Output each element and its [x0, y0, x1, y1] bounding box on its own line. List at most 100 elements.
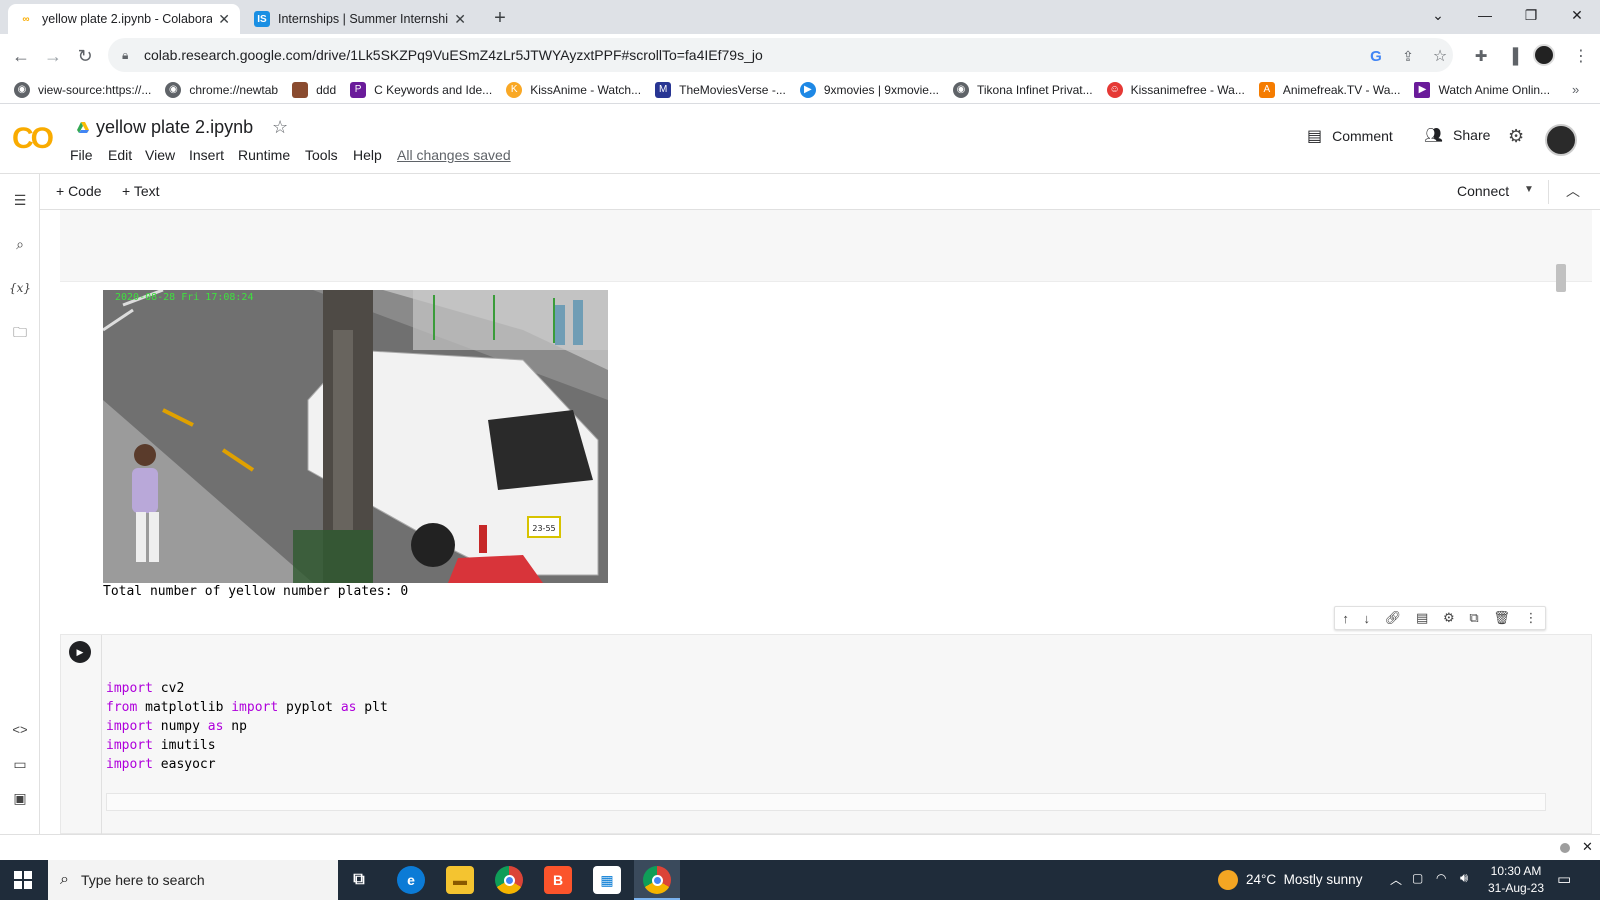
profile-avatar[interactable]	[1533, 44, 1555, 66]
browser-tab-strip: ∞ yellow plate 2.ipynb - Colaboratory ✕ …	[0, 0, 1600, 34]
clock[interactable]: 10:30 AM 31-Aug-23	[1486, 863, 1546, 897]
delete-icon[interactable]: 🗑︎	[1493, 610, 1510, 626]
menu-view[interactable]: View	[145, 147, 175, 163]
star-icon[interactable]: ☆	[272, 117, 288, 138]
microsoft-store-icon[interactable]: ▦	[593, 866, 621, 894]
menu-edit[interactable]: Edit	[108, 147, 132, 163]
google-lens-icon[interactable]: G	[1363, 43, 1389, 69]
restore-button[interactable]: ❐	[1508, 0, 1554, 30]
close-icon[interactable]: ✕	[1582, 839, 1593, 855]
extensions-icon[interactable]: ✚	[1468, 43, 1494, 69]
account-avatar[interactable]	[1545, 124, 1577, 156]
show-hidden-icons[interactable]: ︿	[1390, 871, 1402, 888]
menu-tools[interactable]: Tools	[305, 147, 338, 163]
chrome-menu-icon[interactable]: ⋮	[1568, 43, 1594, 69]
minimize-button[interactable]: —	[1462, 0, 1508, 30]
address-bar[interactable]: 🔒︎ colab.research.google.com/drive/1Lk5S…	[108, 38, 1453, 72]
table-of-contents-icon[interactable]: ☰	[10, 190, 30, 210]
close-icon[interactable]: ✕	[454, 11, 466, 28]
windows-start-icon[interactable]	[14, 871, 32, 889]
chrome-icon[interactable]	[495, 866, 523, 894]
reload-icon[interactable]: ↻	[72, 43, 98, 69]
bookmark-item[interactable]: ◉ chrome://newtab	[165, 81, 278, 98]
colab-logo[interactable]: CO	[12, 122, 54, 156]
wifi-icon[interactable]: ◠	[1436, 871, 1446, 885]
code-line[interactable]: from matplotlib import pyplot as plt	[106, 698, 388, 717]
menu-runtime[interactable]: Runtime	[238, 147, 290, 163]
code-line[interactable]: import numpy as np	[106, 717, 388, 736]
move-up-icon[interactable]: ↑	[1342, 611, 1349, 626]
menu-insert[interactable]: Insert	[189, 147, 224, 163]
bookmark-item[interactable]: PC Keywords and Ide...	[350, 81, 492, 98]
save-status-link[interactable]: All changes saved	[397, 147, 511, 163]
chrome-active-icon[interactable]	[643, 866, 671, 894]
comment-cell-icon[interactable]: ▤	[1416, 610, 1428, 626]
add-text-button[interactable]: + Text	[122, 183, 160, 199]
link-icon[interactable]: 🔗︎	[1385, 610, 1402, 626]
window-close-button[interactable]: ✕	[1554, 0, 1600, 30]
add-code-button[interactable]: + Code	[56, 183, 102, 199]
task-view-icon[interactable]: ⧉	[345, 866, 373, 894]
code-line[interactable]: import cv2	[106, 679, 388, 698]
bookmark-item[interactable]: ▶ 9xmovies | 9xmovie...	[799, 81, 939, 98]
settings-gear-icon[interactable]: ⚙	[1508, 126, 1524, 147]
code-cell[interactable]: ▶ import cv2 from matplotlib import pyplo…	[60, 634, 1592, 834]
tab-colab[interactable]: ∞ yellow plate 2.ipynb - Colaboratory ✕	[8, 4, 240, 34]
previous-code-cell[interactable]	[60, 210, 1592, 282]
forward-icon[interactable]: →	[40, 43, 66, 69]
share-button[interactable]: 👥︎ Share	[1424, 126, 1490, 144]
folder-icon[interactable]: 🗀︎	[10, 324, 30, 344]
connect-dropdown-icon[interactable]: ▼	[1524, 184, 1534, 195]
volume-icon[interactable]: 🔊︎	[1460, 870, 1468, 886]
menu-file[interactable]: File	[70, 147, 93, 163]
terminal-icon[interactable]: ▣	[10, 788, 30, 808]
animefreak-icon: A	[1258, 81, 1275, 98]
bookmark-item[interactable]: A Animefreak.TV - Wa...	[1258, 81, 1400, 98]
code-token: plt	[356, 700, 388, 715]
cell-settings-icon[interactable]: ⚙	[1443, 610, 1455, 626]
edge-icon[interactable]: e	[397, 866, 425, 894]
share-page-icon[interactable]: ⇪	[1395, 43, 1421, 69]
code-line[interactable]: import imutils	[106, 736, 388, 755]
code-editor[interactable]: import cv2 from matplotlib import pyplot …	[106, 679, 388, 774]
bookmark-item[interactable]: ▶ Watch Anime Onlin...	[1414, 81, 1550, 98]
bookmark-item[interactable]: ◉ Tikona Infinet Privat...	[952, 81, 1093, 98]
mirror-cell-icon[interactable]: ⧉	[1469, 610, 1478, 626]
more-bookmarks-icon[interactable]: »	[1572, 82, 1579, 97]
weather-text[interactable]: 24°C Mostly sunny	[1246, 872, 1362, 887]
tab-internships[interactable]: IS Internships | Summer Internship ✕	[244, 4, 476, 34]
comment-button[interactable]: ▤ Comment	[1307, 126, 1393, 146]
scrollbar-thumb[interactable]	[1556, 264, 1566, 292]
new-tab-button[interactable]: +	[488, 6, 512, 30]
back-icon[interactable]: ←	[8, 43, 34, 69]
taskbar-search-box[interactable]: ⌕ Type here to search	[48, 860, 338, 900]
meet-now-icon[interactable]: ▢	[1412, 871, 1423, 885]
file-explorer-icon[interactable]: ▬	[446, 866, 474, 894]
bookmark-item[interactable]: K KissAnime - Watch...	[506, 81, 641, 98]
code-token: np	[223, 719, 247, 734]
move-down-icon[interactable]: ↓	[1364, 611, 1371, 626]
brave-icon[interactable]: B	[544, 866, 572, 894]
tab-search-icon[interactable]: ⌄	[1415, 0, 1461, 30]
status-bar: ✕	[0, 834, 1600, 860]
bookmark-star-icon[interactable]: ☆	[1427, 43, 1453, 69]
empty-code-line[interactable]	[106, 793, 1546, 811]
more-options-icon[interactable]: ⋮	[1525, 610, 1538, 626]
close-icon[interactable]: ✕	[218, 11, 230, 28]
notifications-icon[interactable]: ▭	[1557, 870, 1571, 888]
connect-button[interactable]: Connect	[1457, 183, 1509, 199]
code-line[interactable]: import easyocr	[106, 755, 388, 774]
side-panel-icon[interactable]: ▐	[1500, 43, 1526, 69]
bookmark-item[interactable]: ◉ view-source:https://...	[14, 81, 151, 98]
notebook-title[interactable]: yellow plate 2.ipynb	[96, 117, 253, 138]
run-cell-button[interactable]: ▶	[69, 641, 91, 663]
command-palette-icon[interactable]: ▭	[10, 754, 30, 774]
bookmark-item[interactable]: ☺ Kissanimefree - Wa...	[1106, 81, 1245, 98]
search-icon[interactable]: ⌕	[10, 234, 30, 254]
collapse-header-icon[interactable]: ︿	[1566, 181, 1580, 201]
menu-help[interactable]: Help	[353, 147, 382, 163]
bookmark-item[interactable]: ddd	[292, 81, 336, 98]
code-snippets-icon[interactable]: <>	[10, 719, 30, 739]
variables-icon[interactable]: {x}	[9, 278, 31, 298]
bookmark-item[interactable]: M TheMoviesVerse -...	[655, 81, 786, 98]
